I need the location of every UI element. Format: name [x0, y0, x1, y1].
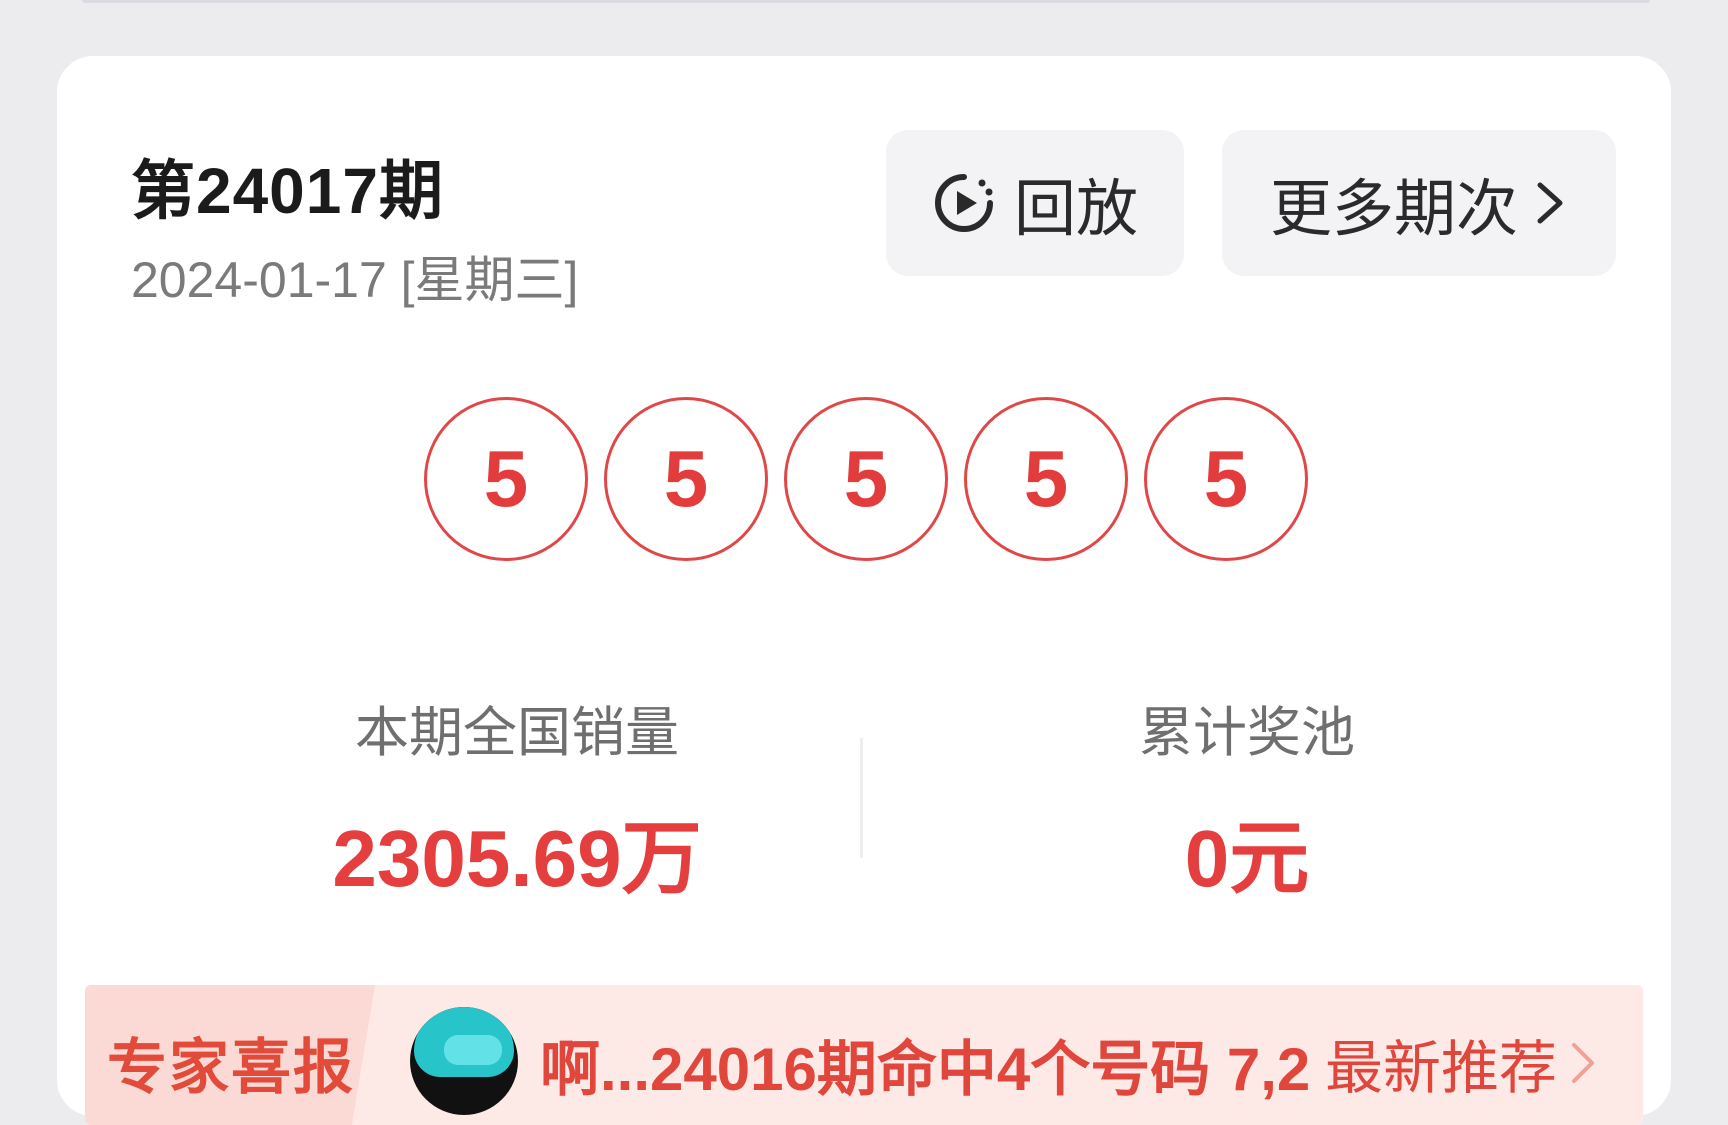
- previous-card-edge: [82, 0, 1650, 3]
- draw-result-card: 第24017期 2024-01-17 [星期三] 回放 更多期次 5 5 5 5…: [57, 56, 1671, 1125]
- banner-tag-label: 专家喜报: [107, 1034, 355, 1101]
- sales-label: 本期全国销量: [355, 703, 679, 763]
- stats-divider: [860, 738, 863, 858]
- latest-recommend-link[interactable]: 最新推荐: [1325, 1021, 1599, 1105]
- winning-numbers: 5 5 5 5 5: [424, 397, 1308, 561]
- more-periods-label: 更多期次: [1269, 175, 1518, 244]
- chevron-right-icon: [1572, 1043, 1595, 1083]
- replay-label: 回放: [1013, 175, 1138, 244]
- chevron-right-icon: [1537, 182, 1563, 224]
- replay-icon: [935, 174, 993, 232]
- sales-value: 2305.69万: [332, 814, 702, 903]
- number-ball: 5: [604, 397, 768, 561]
- pool-label: 累计奖池: [1139, 703, 1355, 763]
- avatar: [410, 1007, 518, 1115]
- number-ball: 5: [784, 397, 948, 561]
- period-title: 第24017期: [131, 155, 444, 227]
- banner-message: 啊...24016期命中4个号码 7,2: [540, 1036, 1311, 1103]
- pool-value: 0元: [1184, 814, 1310, 903]
- latest-recommend-label: 最新推荐: [1325, 1036, 1558, 1101]
- number-ball: 5: [424, 397, 588, 561]
- expert-report-banner[interactable]: 专家喜报 啊...24016期命中4个号码 7,2 最新推荐: [85, 985, 1643, 1125]
- period-date: 2024-01-17 [星期三]: [131, 252, 579, 308]
- number-ball: 5: [1144, 397, 1308, 561]
- avatar-visor-shape: [444, 1035, 502, 1065]
- number-ball: 5: [964, 397, 1128, 561]
- more-periods-button[interactable]: 更多期次: [1222, 130, 1616, 276]
- replay-button[interactable]: 回放: [886, 130, 1184, 276]
